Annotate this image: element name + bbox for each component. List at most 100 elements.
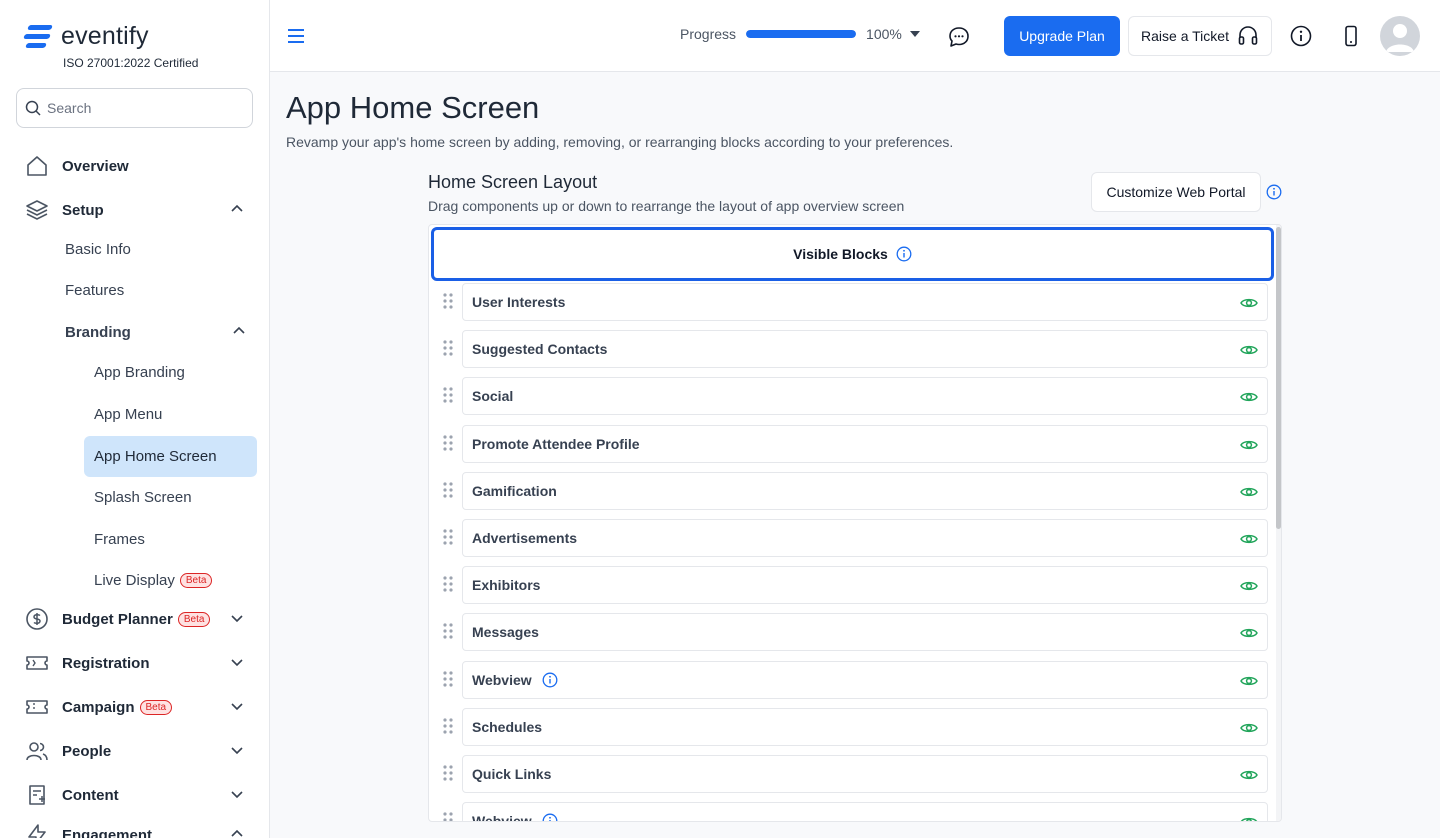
eye-visible-icon[interactable] bbox=[1240, 721, 1258, 738]
eye-visible-icon[interactable] bbox=[1240, 815, 1258, 821]
block-row[interactable]: Messages bbox=[443, 613, 1273, 653]
eye-visible-icon[interactable] bbox=[1240, 438, 1258, 455]
search-box[interactable] bbox=[16, 88, 253, 128]
block-row[interactable]: Advertisements bbox=[443, 519, 1273, 559]
sidebar-item-people[interactable]: People bbox=[24, 734, 246, 768]
block-row[interactable]: Suggested Contacts bbox=[443, 330, 1273, 370]
chevron-down-icon[interactable] bbox=[230, 611, 244, 625]
customize-web-portal-button[interactable]: Customize Web Portal bbox=[1091, 172, 1261, 212]
block-row[interactable]: Schedules bbox=[443, 708, 1273, 748]
sidebar-item-label: Branding bbox=[65, 323, 131, 341]
block-row[interactable]: Webview bbox=[443, 661, 1273, 701]
sidebar-item-label: Campaign bbox=[62, 698, 135, 716]
info-icon[interactable] bbox=[542, 813, 558, 821]
chevron-down-icon[interactable] bbox=[230, 787, 244, 801]
sidebar-item-registration[interactable]: Registration bbox=[24, 646, 246, 680]
sidebar-item-campaign[interactable]: Campaign Beta bbox=[24, 690, 246, 724]
block-row[interactable]: Social bbox=[443, 377, 1273, 417]
eye-visible-icon[interactable] bbox=[1240, 485, 1258, 502]
chevron-down-icon[interactable] bbox=[230, 699, 244, 713]
chevron-up-icon[interactable] bbox=[232, 324, 246, 338]
drag-handle-icon[interactable] bbox=[443, 435, 453, 456]
caret-down-icon[interactable] bbox=[909, 31, 920, 37]
sidebar-item-basic-info[interactable]: Basic Info bbox=[65, 234, 131, 264]
sidebar-item-splash-screen[interactable]: Splash Screen bbox=[84, 477, 257, 518]
block-item[interactable]: Social bbox=[462, 377, 1268, 415]
block-row[interactable]: Promote Attendee Profile bbox=[443, 425, 1273, 465]
block-label: Exhibitors bbox=[472, 577, 541, 593]
block-item[interactable]: Messages bbox=[462, 613, 1268, 651]
eye-visible-icon[interactable] bbox=[1240, 674, 1258, 691]
mobile-preview-icon[interactable] bbox=[1341, 25, 1361, 47]
drag-handle-icon[interactable] bbox=[443, 765, 453, 786]
info-icon[interactable] bbox=[896, 246, 912, 262]
sidebar-item-features[interactable]: Features bbox=[65, 275, 124, 305]
setup-progress[interactable]: Progress 100% bbox=[680, 26, 920, 42]
block-item[interactable]: Gamification bbox=[462, 472, 1268, 510]
drag-handle-icon[interactable] bbox=[443, 340, 453, 361]
drag-handle-icon[interactable] bbox=[443, 482, 453, 503]
hamburger-menu-icon[interactable] bbox=[287, 28, 305, 44]
block-item[interactable]: Exhibitors bbox=[462, 566, 1268, 604]
eye-visible-icon[interactable] bbox=[1240, 296, 1258, 313]
info-icon[interactable] bbox=[542, 672, 558, 688]
sidebar-item-budget-planner[interactable]: Budget Planner Beta bbox=[24, 602, 246, 636]
info-icon[interactable] bbox=[1290, 25, 1312, 47]
drag-handle-icon[interactable] bbox=[443, 623, 453, 644]
sidebar-item-branding[interactable]: Branding bbox=[65, 317, 246, 347]
sidebar-item-setup[interactable]: Setup bbox=[24, 193, 246, 227]
drag-handle-icon[interactable] bbox=[443, 671, 453, 692]
block-item[interactable]: Promote Attendee Profile bbox=[462, 425, 1268, 463]
block-item[interactable]: Schedules bbox=[462, 708, 1268, 746]
drag-handle-icon[interactable] bbox=[443, 293, 453, 314]
drag-handle-icon[interactable] bbox=[443, 387, 453, 408]
panel-scrollbar-track[interactable] bbox=[1276, 225, 1281, 821]
sidebar-item-live-display[interactable]: Live Display Beta bbox=[84, 560, 257, 601]
block-item[interactable]: Suggested Contacts bbox=[462, 330, 1268, 368]
chevron-up-icon[interactable] bbox=[230, 827, 244, 838]
block-row[interactable]: Webview bbox=[443, 802, 1273, 821]
chevron-down-icon[interactable] bbox=[230, 655, 244, 669]
sidebar-item-app-menu[interactable]: App Menu bbox=[84, 394, 257, 435]
panel-scrollbar-thumb[interactable] bbox=[1276, 227, 1281, 529]
eye-visible-icon[interactable] bbox=[1240, 532, 1258, 549]
progress-label: Progress bbox=[680, 26, 737, 42]
drag-handle-icon[interactable] bbox=[443, 529, 453, 550]
sidebar-item-overview[interactable]: Overview bbox=[24, 149, 246, 183]
sidebar-item-app-branding[interactable]: App Branding bbox=[84, 352, 257, 393]
chat-icon[interactable] bbox=[948, 26, 970, 48]
eye-visible-icon[interactable] bbox=[1240, 768, 1258, 785]
brand-logo[interactable]: eventify bbox=[23, 22, 149, 51]
block-row[interactable]: User Interests bbox=[443, 283, 1273, 323]
sidebar-item-content[interactable]: Content bbox=[24, 778, 246, 812]
sidebar-item-label: Setup bbox=[62, 201, 104, 219]
block-item[interactable]: User Interests bbox=[462, 283, 1268, 321]
eye-visible-icon[interactable] bbox=[1240, 579, 1258, 596]
raise-ticket-button[interactable]: Raise a Ticket bbox=[1128, 16, 1272, 56]
sidebar-item-engagement[interactable]: Engagement bbox=[24, 818, 246, 838]
block-item[interactable]: Webview bbox=[462, 802, 1268, 821]
sidebar-item-frames[interactable]: Frames bbox=[84, 519, 257, 560]
eye-visible-icon[interactable] bbox=[1240, 343, 1258, 360]
block-item[interactable]: Quick Links bbox=[462, 755, 1268, 793]
info-icon[interactable] bbox=[1266, 184, 1282, 200]
block-row[interactable]: Gamification bbox=[443, 472, 1273, 512]
user-avatar[interactable] bbox=[1380, 16, 1420, 56]
block-row[interactable]: Exhibitors bbox=[443, 566, 1273, 606]
block-label: User Interests bbox=[472, 294, 566, 310]
block-item[interactable]: Advertisements bbox=[462, 519, 1268, 557]
drag-handle-icon[interactable] bbox=[443, 718, 453, 739]
block-item[interactable]: Webview bbox=[462, 661, 1268, 699]
certification-label: ISO 27001:2022 Certified bbox=[63, 56, 199, 70]
block-row[interactable]: Quick Links bbox=[443, 755, 1273, 795]
chevron-up-icon[interactable] bbox=[230, 202, 244, 216]
sidebar-item-app-home-screen[interactable]: App Home Screen bbox=[84, 436, 257, 477]
drag-handle-icon[interactable] bbox=[443, 576, 453, 597]
eye-visible-icon[interactable] bbox=[1240, 626, 1258, 643]
search-input[interactable] bbox=[47, 100, 227, 116]
drag-handle-icon[interactable] bbox=[443, 812, 453, 821]
chevron-down-icon[interactable] bbox=[230, 743, 244, 757]
upgrade-plan-button[interactable]: Upgrade Plan bbox=[1004, 16, 1120, 56]
eye-visible-icon[interactable] bbox=[1240, 390, 1258, 407]
sidebar-item-label: App Menu bbox=[94, 406, 163, 423]
